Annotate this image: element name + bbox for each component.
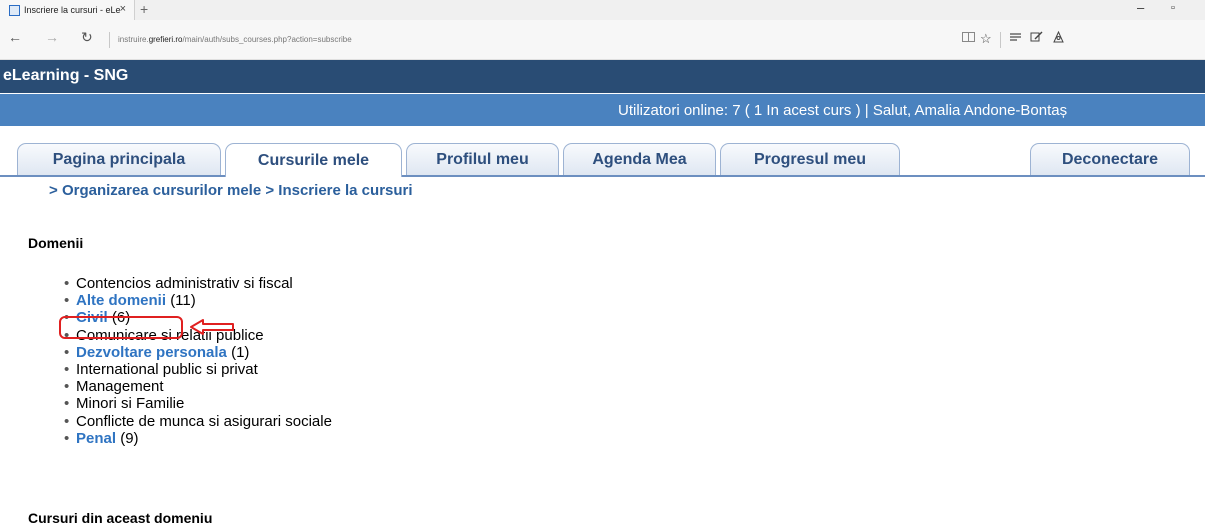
tab-deconectare[interactable]: Deconectare xyxy=(1030,143,1190,175)
courses-heading: Cursuri din aceast domeniu xyxy=(28,510,213,526)
window-maximize-button[interactable]: ▫ xyxy=(1171,2,1175,14)
toolbar-divider xyxy=(1000,32,1001,48)
domain-count: (1) xyxy=(231,343,250,361)
domain-item: • Minori si Familie xyxy=(64,395,185,413)
back-button[interactable]: ← xyxy=(8,29,22,45)
domain-label: International public si privat xyxy=(76,361,258,379)
domain-list: • Contencios administrativ si fiscal • Alt… xyxy=(64,275,332,447)
domain-item: • Alte domenii (11) xyxy=(64,292,196,310)
tab-profilul-meu[interactable]: Profilul meu xyxy=(406,143,559,175)
domain-item: • Penal (9) xyxy=(64,429,139,447)
address-bar[interactable]: instruire.grefieri.ro/main/auth/subs_cou… xyxy=(118,35,352,44)
domain-item: • International public si privat xyxy=(64,361,258,379)
tab-cursurile-mele[interactable]: Cursurile mele xyxy=(225,143,402,177)
domain-item: • Conflicte de munca si asigurari sociale xyxy=(64,412,332,430)
window-minimize-button[interactable]: – xyxy=(1137,0,1144,15)
domain-label: Management xyxy=(76,378,164,396)
domain-link-alte-domenii[interactable]: Alte domenii xyxy=(76,292,166,309)
new-tab-button[interactable]: + xyxy=(140,1,148,17)
refresh-button[interactable]: ↻ xyxy=(81,29,93,46)
online-users-greeting: Utilizatori online: 7 ( 1 In acest curs … xyxy=(618,102,1068,119)
address-domain: grefieri.ro xyxy=(148,35,183,44)
user-info-bar: Utilizatori online: 7 ( 1 In acest curs … xyxy=(0,94,1205,126)
domain-count: (11) xyxy=(170,292,196,310)
site-header: eLearning - SNG xyxy=(0,60,1205,93)
domain-count: (9) xyxy=(120,429,139,447)
browser-navbar: ← → ↻ instruire.grefieri.ro/main/auth/su… xyxy=(0,20,1205,60)
tab-progresul-meu[interactable]: Progresul meu xyxy=(720,143,900,175)
address-divider xyxy=(109,32,110,48)
main-navigation-tabs: Pagina principala Cursurile mele Profilu… xyxy=(0,126,1205,177)
domain-label: Contencios administrativ si fiscal xyxy=(76,275,293,292)
domain-label: Conflicte de munca si asigurari sociale xyxy=(76,412,332,430)
annotation-arrow-icon xyxy=(190,319,234,335)
domain-link-penal[interactable]: Penal xyxy=(76,430,116,447)
hub-icon[interactable] xyxy=(1009,31,1022,46)
page-favicon-icon xyxy=(9,4,20,16)
address-path: /main/auth/subs_courses.php?action=subsc… xyxy=(182,35,352,44)
tab-pagina-principala[interactable]: Pagina principala xyxy=(17,143,221,175)
domain-item: • Contencios administrativ si fiscal xyxy=(64,275,293,292)
favorites-icon[interactable]: ☆ xyxy=(980,31,992,47)
breadcrumb: > Organizarea cursurilor mele > Inscrier… xyxy=(49,182,413,199)
forward-button[interactable]: → xyxy=(45,29,59,45)
breadcrumb-inscriere-la-cursuri[interactable]: Inscriere la cursuri xyxy=(278,182,412,199)
browser-tab-title: Inscriere la cursuri - eLe xyxy=(24,5,121,15)
address-prefix: instruire. xyxy=(118,35,149,44)
tab-agenda-mea[interactable]: Agenda Mea xyxy=(563,143,716,175)
domain-item: • Management xyxy=(64,378,164,396)
breadcrumb-separator: > xyxy=(265,182,275,199)
browser-tabstrip: Inscriere la cursuri - eLe × + – ▫ xyxy=(0,0,1205,20)
domain-label: Minori si Familie xyxy=(76,395,185,413)
browser-tab[interactable]: Inscriere la cursuri - eLe × xyxy=(0,0,135,20)
domains-heading: Domenii xyxy=(28,235,84,251)
domain-link-dezvoltare-personala[interactable]: Dezvoltare personala xyxy=(76,344,227,361)
breadcrumb-organizarea-cursurilor[interactable]: Organizarea cursurilor mele xyxy=(62,182,261,199)
reading-view-icon[interactable] xyxy=(962,31,975,46)
site-title: eLearning - SNG xyxy=(3,67,129,84)
web-note-icon[interactable] xyxy=(1030,31,1043,46)
close-tab-icon[interactable]: × xyxy=(120,3,126,15)
annotation-highlight-box xyxy=(59,316,183,339)
domain-item: • Dezvoltare personala (1) xyxy=(64,343,250,361)
share-icon[interactable] xyxy=(1052,30,1065,46)
breadcrumb-separator: > xyxy=(49,182,58,199)
